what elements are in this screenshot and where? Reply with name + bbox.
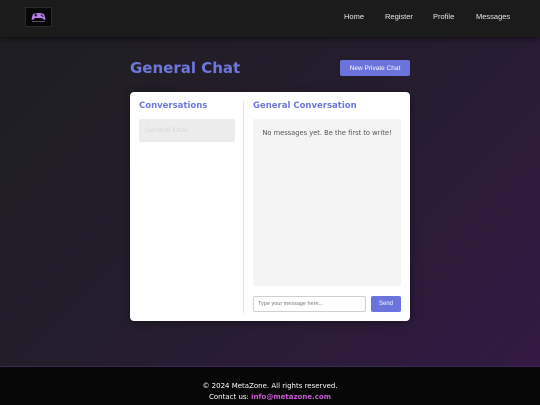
conversations-heading: Conversations	[139, 101, 208, 111]
footer-copyright: © 2024 MetaZone. All rights reserved.	[202, 382, 338, 390]
panel-divider	[243, 101, 244, 313]
conversation-item-label: General Chat	[145, 126, 188, 134]
empty-messages-text: No messages yet. Be the first to write!	[262, 129, 392, 137]
footer: © 2024 MetaZone. All rights reserved. Co…	[0, 366, 540, 405]
footer-contact: Contact us: info@metazone.com	[0, 393, 540, 401]
nav-link-home[interactable]: Home	[344, 12, 364, 21]
new-private-chat-button[interactable]: New Private Chat	[340, 60, 410, 76]
page-title: General Chat	[130, 59, 241, 77]
gamepad-logo-icon[interactable]	[25, 7, 52, 27]
message-input[interactable]	[253, 296, 366, 312]
conversation-item-general-chat[interactable]: General Chat	[139, 119, 235, 142]
footer-contact-label: Contact us:	[208, 393, 249, 401]
nav-link-profile[interactable]: Profile	[433, 12, 454, 21]
nav-link-register[interactable]: Register	[385, 12, 413, 21]
messages-area[interactable]: No messages yet. Be the first to write!	[253, 119, 401, 286]
navbar: Home Register Profile Messages	[0, 0, 540, 37]
send-button[interactable]: Send	[371, 296, 401, 312]
conversation-heading: General Conversation	[253, 101, 357, 111]
footer-email-link[interactable]: info@metazone.com	[251, 393, 331, 401]
nav-link-messages[interactable]: Messages	[476, 12, 510, 21]
chat-panel: Conversations General Chat General Conve…	[130, 92, 410, 321]
